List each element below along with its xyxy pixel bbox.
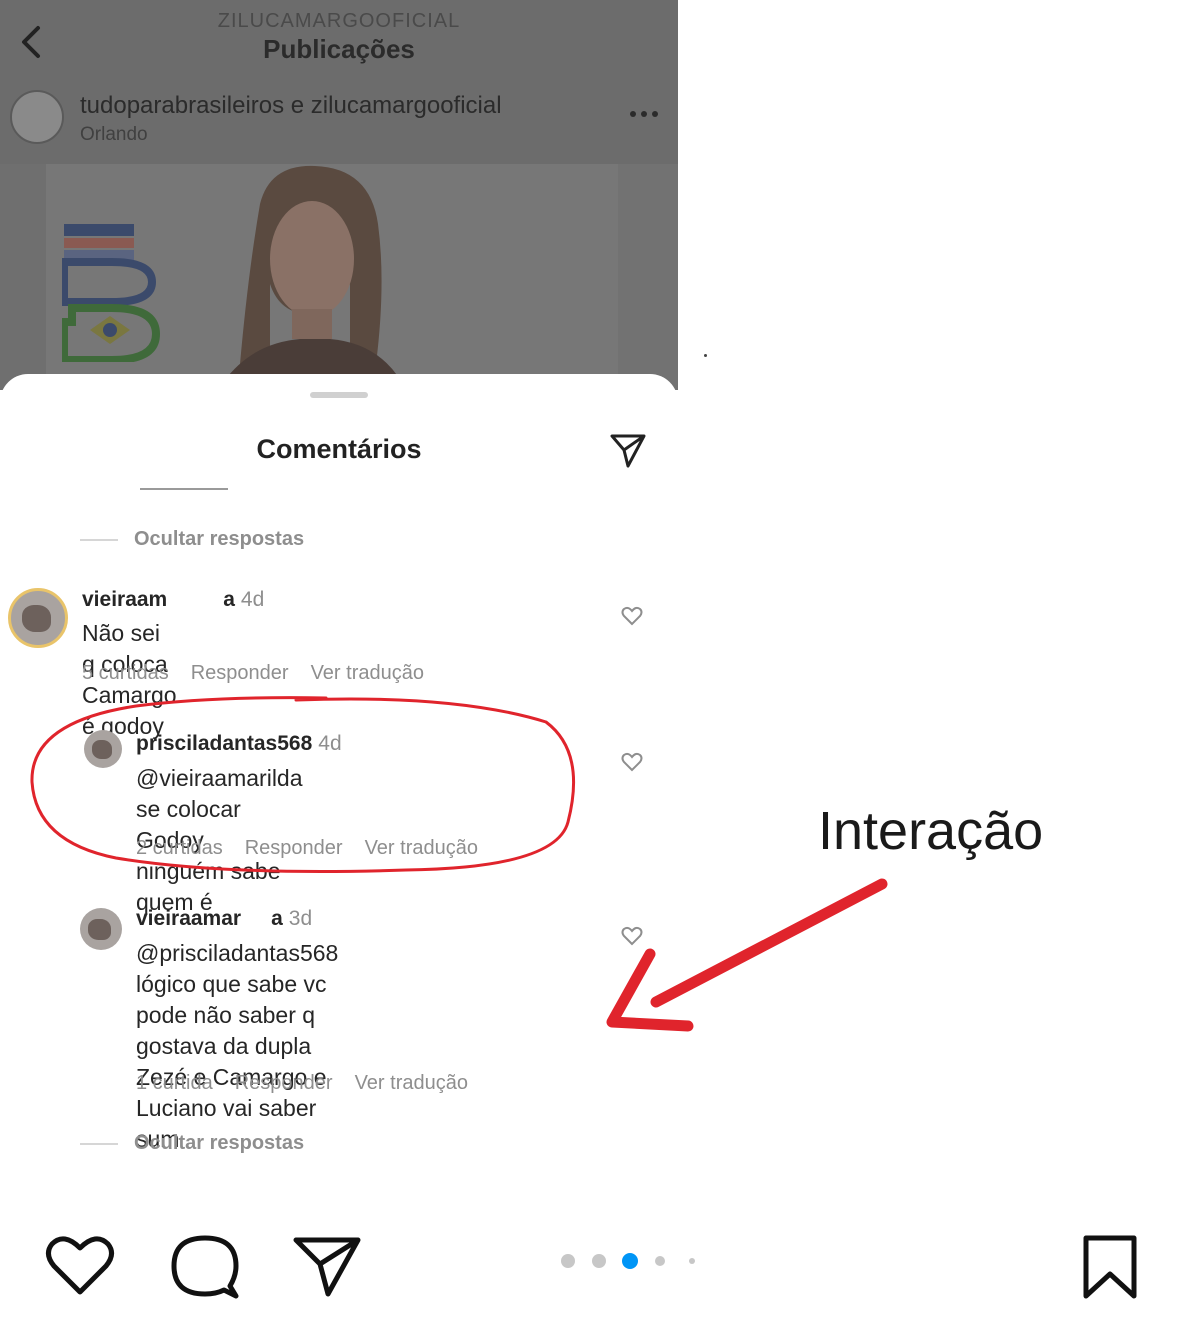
post-image-frame-left: [0, 164, 46, 390]
comment-time: 3d: [288, 907, 313, 930]
paper-plane-icon[interactable]: [608, 430, 648, 470]
sheet-drag-handle[interactable]: [310, 392, 368, 398]
comment-header: vieiraam a 4d: [82, 588, 264, 612]
post-background-overlay: ZILUCAMARGOOFICIAL Publicações tudoparab…: [0, 0, 678, 390]
carousel-pager: [561, 1253, 695, 1269]
comment-likes[interactable]: 5 curtidas: [82, 662, 169, 684]
person-photo: [217, 165, 406, 390]
comment-username[interactable]: vieiraamar: [136, 907, 241, 930]
heart-icon[interactable]: [621, 752, 643, 772]
annotation-arrow: [606, 878, 888, 1032]
pager-dot: [655, 1256, 665, 1266]
profile-username: ZILUCAMARGOOFICIAL: [217, 10, 461, 32]
stray-mark: [704, 354, 707, 357]
translate-button[interactable]: Ver tradução: [355, 1072, 468, 1094]
more-horizontal-icon[interactable]: [628, 104, 660, 124]
comment-actions: 1 curtida Responder Ver tradução: [136, 1072, 490, 1095]
reply-button[interactable]: Responder: [191, 662, 289, 684]
reply-button[interactable]: Responder: [235, 1072, 333, 1094]
page-title: Publicações: [263, 34, 415, 64]
pager-dot: [561, 1254, 575, 1268]
pager-dot-active: [622, 1253, 638, 1269]
hide-replies-label: Ocultar respostas: [134, 1132, 305, 1154]
comment-avatar[interactable]: [8, 588, 68, 648]
comment-username-tail: a: [223, 588, 235, 611]
comment-text-line: pode não saber q gostava da dupla: [136, 1002, 316, 1059]
post-image[interactable]: [0, 164, 678, 390]
hide-replies-button[interactable]: Ocultar respostas: [80, 1132, 304, 1155]
comment-time: 4d: [240, 588, 265, 611]
pager-dot: [592, 1254, 606, 1268]
post-author-avatar[interactable]: [10, 90, 64, 144]
pager-dot: [689, 1258, 695, 1264]
annotation-label: Interação: [818, 801, 1044, 861]
hide-replies-button[interactable]: Ocultar respostas: [80, 528, 304, 551]
comment-text-line: @prisciladantas568 lógico que sabe vc: [136, 940, 339, 997]
hide-replies-dash: [80, 1142, 118, 1145]
comment-avatar[interactable]: [80, 908, 122, 950]
speech-bubble-icon[interactable]: [170, 1232, 240, 1300]
highlight-circle: [30, 696, 576, 873]
hide-replies-label: Ocultar respostas: [134, 528, 305, 550]
bookmark-icon[interactable]: [1080, 1234, 1140, 1300]
hide-replies-dash: [80, 538, 118, 541]
post-authors[interactable]: tudoparabrasileiros e zilucamargooficial: [80, 92, 502, 120]
comment-username-tail: a: [271, 907, 283, 930]
post-image-frame-right: [618, 164, 678, 390]
translate-button[interactable]: Ver tradução: [311, 662, 424, 684]
comment-username[interactable]: vieiraam: [82, 588, 167, 611]
comment-likes[interactable]: 1 curtida: [136, 1072, 213, 1094]
comment-text: @prisciladantas568 lógico que sabe vc po…: [136, 938, 338, 1155]
sheet-title: Comentários: [256, 434, 422, 464]
heart-icon[interactable]: [621, 606, 643, 626]
clipped-previous-actions: [140, 478, 370, 490]
comment-header: vieiraamar a 3d: [136, 907, 312, 931]
comment-actions: 5 curtidas Responder Ver tradução: [82, 662, 446, 685]
heart-icon[interactable]: [44, 1234, 116, 1298]
post-location[interactable]: Orlando: [80, 124, 148, 146]
brand-logo: [62, 224, 161, 362]
paper-plane-icon[interactable]: [292, 1236, 362, 1298]
